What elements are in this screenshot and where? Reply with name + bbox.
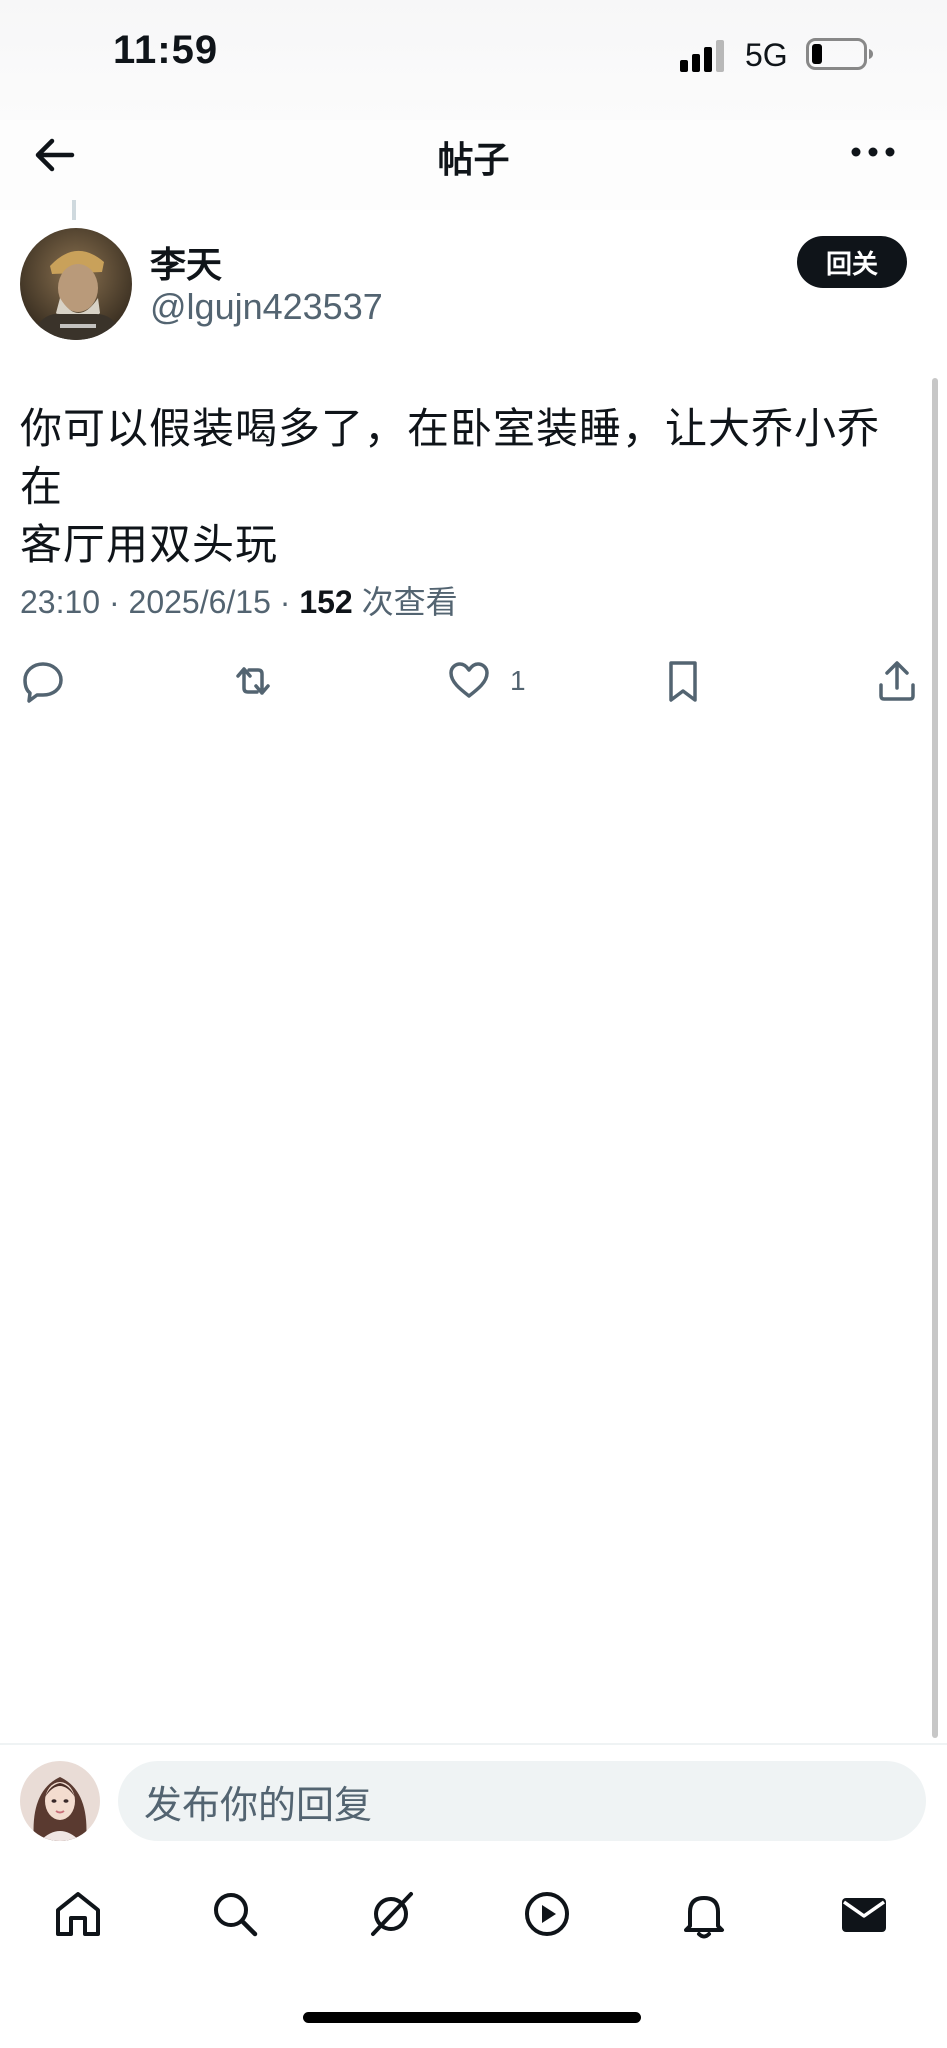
more-options-icon[interactable] [848,134,898,170]
battery-icon [806,38,873,70]
heart-icon [449,662,489,698]
cellular-signal-icon [680,40,724,72]
reply-icon [23,662,63,703]
status-time: 11:59 [113,28,219,72]
post-text: 你可以假装喝多了，在卧室装睡，让大乔小乔在 客厅用双头玩 [20,400,920,574]
messages-icon[interactable] [836,1886,892,1942]
scrollbar[interactable] [932,378,938,1738]
reply-input[interactable]: 发布你的回复 [118,1761,926,1841]
reply-button[interactable] [20,653,66,709]
notifications-icon[interactable] [676,1886,732,1942]
bookmark-button[interactable] [660,653,706,709]
thread-connector-line [72,200,76,220]
post-time: 23:10 [20,584,101,620]
user-avatar[interactable] [20,1761,100,1841]
home-icon[interactable] [50,1886,106,1942]
page-title: 帖子 [437,139,510,180]
share-button[interactable] [874,653,920,709]
post-text-line: 客厅用双头玩 [20,521,279,568]
grok-icon[interactable] [363,1886,419,1942]
repost-button[interactable] [230,653,276,709]
author-avatar[interactable] [20,228,132,340]
post-date: 2025/6/15 [128,584,271,620]
repost-icon [236,667,270,695]
home-indicator [303,2012,641,2023]
like-count: 1 [510,665,526,696]
author-handle[interactable]: @lgujn423537 [150,286,383,328]
like-button[interactable]: 1 [446,653,526,709]
composer-divider [0,1743,947,1745]
post-meta: 23:10 · 2025/6/15 · 152 次查看 [20,584,458,620]
bookmark-icon [669,661,697,702]
views-label[interactable]: 次查看 [362,584,458,620]
view-count: 152 [299,584,353,620]
video-icon[interactable] [519,1886,575,1942]
search-icon[interactable] [207,1886,263,1942]
author-name[interactable]: 李天 [150,236,222,288]
post-text-line: 你可以假装喝多了，在卧室装睡，让大乔小乔在 [20,405,881,510]
network-type: 5G [745,37,788,73]
share-icon [879,661,915,701]
follow-back-button[interactable]: 回关 [797,236,907,288]
